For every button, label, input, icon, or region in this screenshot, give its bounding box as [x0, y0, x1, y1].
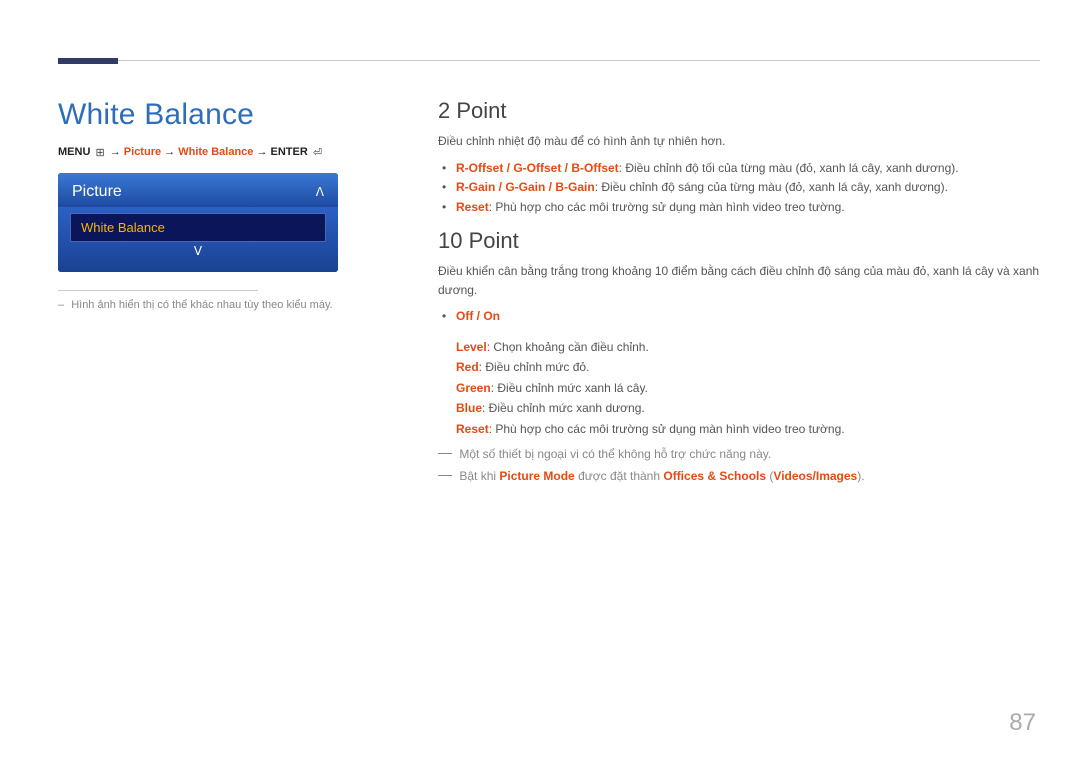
- list-item: Off / On: [442, 307, 1040, 327]
- chevron-down-icon[interactable]: ᐯ: [70, 242, 326, 260]
- def-label: Red: [456, 360, 479, 374]
- em-dash-icon: [438, 475, 452, 476]
- heading-10-point: 10 Point: [438, 228, 1040, 254]
- em-dash-icon: [438, 453, 452, 454]
- list-item-desc: : Điều chỉnh độ sáng của từng màu (đỏ, x…: [595, 180, 948, 194]
- list-item-label: R-Gain / G-Gain / B-Gain: [456, 180, 595, 194]
- header-accent-bar: [58, 58, 118, 64]
- def-desc: : Điều chỉnh mức xanh lá cây.: [491, 381, 648, 395]
- osd-menu-header: Picture ᐱ: [58, 173, 338, 207]
- list-item-desc: : Phù hợp cho các môi trường sử dụng màn…: [489, 200, 845, 214]
- menu-path-enter: ENTER: [271, 146, 308, 158]
- menu-path-picture: Picture: [124, 146, 161, 158]
- menu-path-whitebalance: White Balance: [178, 146, 253, 158]
- menu-path: MENU ⊞ → Picture → White Balance → ENTER…: [58, 146, 398, 159]
- note-2-mid: được đặt thành: [575, 469, 664, 483]
- two-point-list: R-Offset / G-Offset / B-Offset: Điều chỉ…: [438, 159, 1040, 218]
- left-footnote: – Hình ảnh hiển thị có thể khác nhau tùy…: [58, 299, 398, 311]
- header-top-rule: [118, 60, 1040, 61]
- note-2-paren-close: ).: [857, 469, 864, 483]
- right-column: 2 Point Điều chỉnh nhiệt độ màu để có hì…: [438, 90, 1040, 723]
- menu-icon: ⊞: [95, 146, 104, 159]
- left-footnote-text: Hình ảnh hiển thị có thể khác nhau tùy t…: [71, 299, 333, 311]
- ten-point-offon: Off / On: [438, 307, 1040, 327]
- def-desc: : Điều chỉnh mức xanh dương.: [482, 401, 645, 415]
- osd-menu-body: White Balance ᐯ: [58, 207, 338, 272]
- chevron-up-icon[interactable]: ᐱ: [316, 183, 324, 201]
- note-2: Bật khi Picture Mode được đặt thành Offi…: [438, 469, 1040, 483]
- def-row: Green: Điều chỉnh mức xanh lá cây.: [456, 378, 1040, 398]
- left-separator: [58, 290, 258, 291]
- page-title: White Balance: [58, 98, 398, 132]
- menu-path-menu: MENU: [58, 146, 90, 158]
- two-point-intro: Điều chỉnh nhiệt độ màu để có hình ảnh t…: [438, 132, 1040, 151]
- def-label: Green: [456, 381, 491, 395]
- osd-selected-item[interactable]: White Balance: [70, 213, 326, 242]
- ten-point-intro: Điều khiển cân bằng trắng trong khoảng 1…: [438, 262, 1040, 299]
- def-label: Blue: [456, 401, 482, 415]
- note-2-pre: Bật khi: [459, 469, 499, 483]
- def-desc: : Phù hợp cho các môi trường sử dụng màn…: [489, 422, 845, 436]
- arrow-icon: →: [256, 146, 267, 158]
- arrow-icon: →: [164, 146, 175, 158]
- list-item: R-Gain / G-Gain / B-Gain: Điều chỉnh độ …: [442, 178, 1040, 198]
- arrow-icon: →: [110, 146, 121, 158]
- off-on-label: Off / On: [456, 309, 500, 323]
- note-1-text: Một số thiết bị ngoại vi có thể không hỗ…: [459, 447, 771, 461]
- def-row: Reset: Phù hợp cho các môi trường sử dụn…: [456, 419, 1040, 439]
- ten-point-definitions: Level: Chọn khoảng cần điều chỉnh. Red: …: [456, 337, 1040, 439]
- left-column: White Balance MENU ⊞ → Picture → White B…: [58, 90, 398, 723]
- def-row: Blue: Điều chỉnh mức xanh dương.: [456, 398, 1040, 418]
- def-row: Red: Điều chỉnh mức đỏ.: [456, 357, 1040, 377]
- note-2-videos-images: Videos/Images: [773, 469, 857, 483]
- def-label: Reset: [456, 422, 489, 436]
- page-number: 87: [1009, 709, 1036, 737]
- list-item-label: Reset: [456, 200, 489, 214]
- enter-icon: ⏎: [313, 146, 322, 159]
- list-item: Reset: Phù hợp cho các môi trường sử dụn…: [442, 198, 1040, 218]
- list-item-desc: : Điều chỉnh độ tối của từng màu (đỏ, xa…: [619, 161, 959, 175]
- osd-menu-title: Picture: [72, 183, 122, 201]
- def-label: Level: [456, 340, 487, 354]
- def-desc: : Điều chỉnh mức đỏ.: [479, 360, 590, 374]
- list-item-label: R-Offset / G-Offset / B-Offset: [456, 161, 619, 175]
- list-item: R-Offset / G-Offset / B-Offset: Điều chỉ…: [442, 159, 1040, 179]
- def-row: Level: Chọn khoảng cần điều chỉnh.: [456, 337, 1040, 357]
- def-desc: : Chọn khoảng cần điều chỉnh.: [487, 340, 649, 354]
- note-2-offices-schools: Offices & Schools: [663, 469, 766, 483]
- note-2-picture-mode: Picture Mode: [499, 469, 574, 483]
- note-1: Một số thiết bị ngoại vi có thể không hỗ…: [438, 447, 1040, 461]
- heading-2-point: 2 Point: [438, 98, 1040, 124]
- osd-menu-card: Picture ᐱ White Balance ᐯ: [58, 173, 338, 272]
- page-content: White Balance MENU ⊞ → Picture → White B…: [58, 90, 1040, 723]
